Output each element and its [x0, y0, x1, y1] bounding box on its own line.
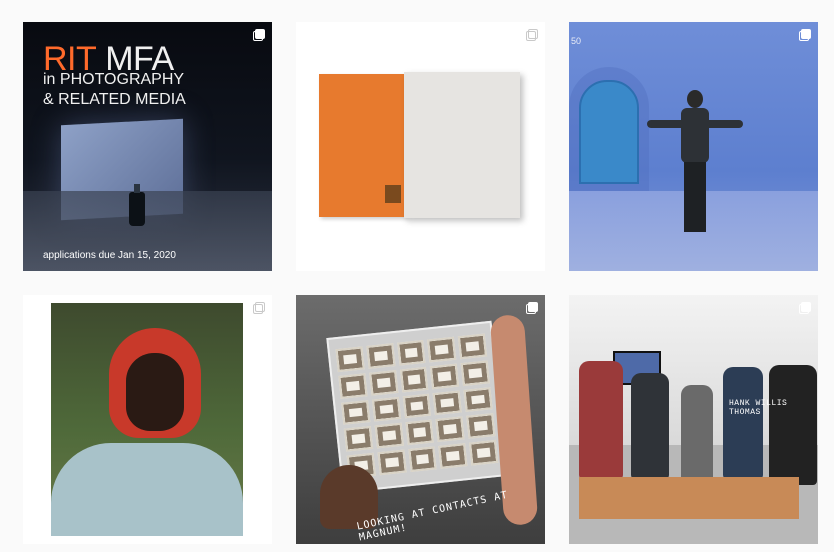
slide: [341, 399, 371, 426]
person: [723, 367, 763, 479]
slide: [432, 390, 463, 416]
person: [579, 361, 623, 479]
slide: [463, 386, 493, 413]
slide: [368, 369, 398, 396]
person: [769, 365, 817, 485]
slide: [371, 396, 401, 422]
slide: [427, 336, 457, 363]
person: [681, 385, 713, 481]
multiple-posts-icon: [799, 302, 811, 314]
person-head: [687, 90, 703, 108]
slide: [366, 343, 396, 369]
slide: [399, 366, 429, 393]
shirt-text: HANK WILLIS THOMAS: [729, 399, 788, 417]
wall-number: 50: [571, 36, 582, 46]
multiple-posts-icon: [799, 29, 811, 41]
slide: [407, 446, 438, 473]
orange-book: [319, 74, 407, 217]
blue-door: [579, 80, 639, 184]
slide: [374, 423, 404, 449]
slide: [405, 419, 435, 446]
poster-caption: applications due Jan 15, 2020: [43, 250, 176, 261]
poster-subtitle: in PHOTOGRAPHY & RELATED MEDIA: [43, 71, 186, 108]
slide: [430, 363, 460, 389]
multiple-posts-icon: [253, 29, 265, 41]
grey-shirt: [51, 443, 243, 536]
slide: [458, 333, 488, 359]
person-legs: [684, 162, 706, 232]
slide: [343, 426, 373, 452]
post-tile-1[interactable]: RIT MFA in PHOTOGRAPHY & RELATED MEDIA a…: [23, 22, 272, 271]
slide: [469, 440, 499, 466]
post-grid: RIT MFA in PHOTOGRAPHY & RELATED MEDIA a…: [0, 0, 834, 552]
slide: [335, 346, 365, 372]
person: [631, 373, 669, 479]
multiple-posts-icon: [526, 29, 538, 41]
slide: [460, 360, 490, 386]
book-cover-image: [385, 185, 401, 203]
slide: [338, 373, 368, 399]
post-tile-4[interactable]: [23, 295, 272, 544]
post-tile-2[interactable]: [296, 22, 545, 271]
standing-person: [647, 90, 743, 240]
bottle: [129, 184, 145, 226]
slide: [377, 449, 407, 476]
slide: [402, 393, 432, 419]
post-tile-3[interactable]: 50: [569, 22, 818, 271]
portrait-photo: [51, 303, 243, 536]
multiple-posts-icon: [253, 302, 265, 314]
person-body: [681, 108, 709, 163]
slide: [438, 443, 468, 469]
slide: [435, 416, 465, 443]
slide: [466, 413, 496, 439]
slide-grid: [335, 333, 499, 479]
multiple-posts-icon: [526, 302, 538, 314]
slide: [396, 339, 426, 366]
face: [126, 353, 184, 431]
post-tile-5[interactable]: LOOKING AT CONTACTS AT MAGNUM!: [296, 295, 545, 544]
grey-book: [404, 72, 520, 218]
work-table: [579, 477, 799, 519]
post-tile-6[interactable]: HANK WILLIS THOMAS: [569, 295, 818, 544]
